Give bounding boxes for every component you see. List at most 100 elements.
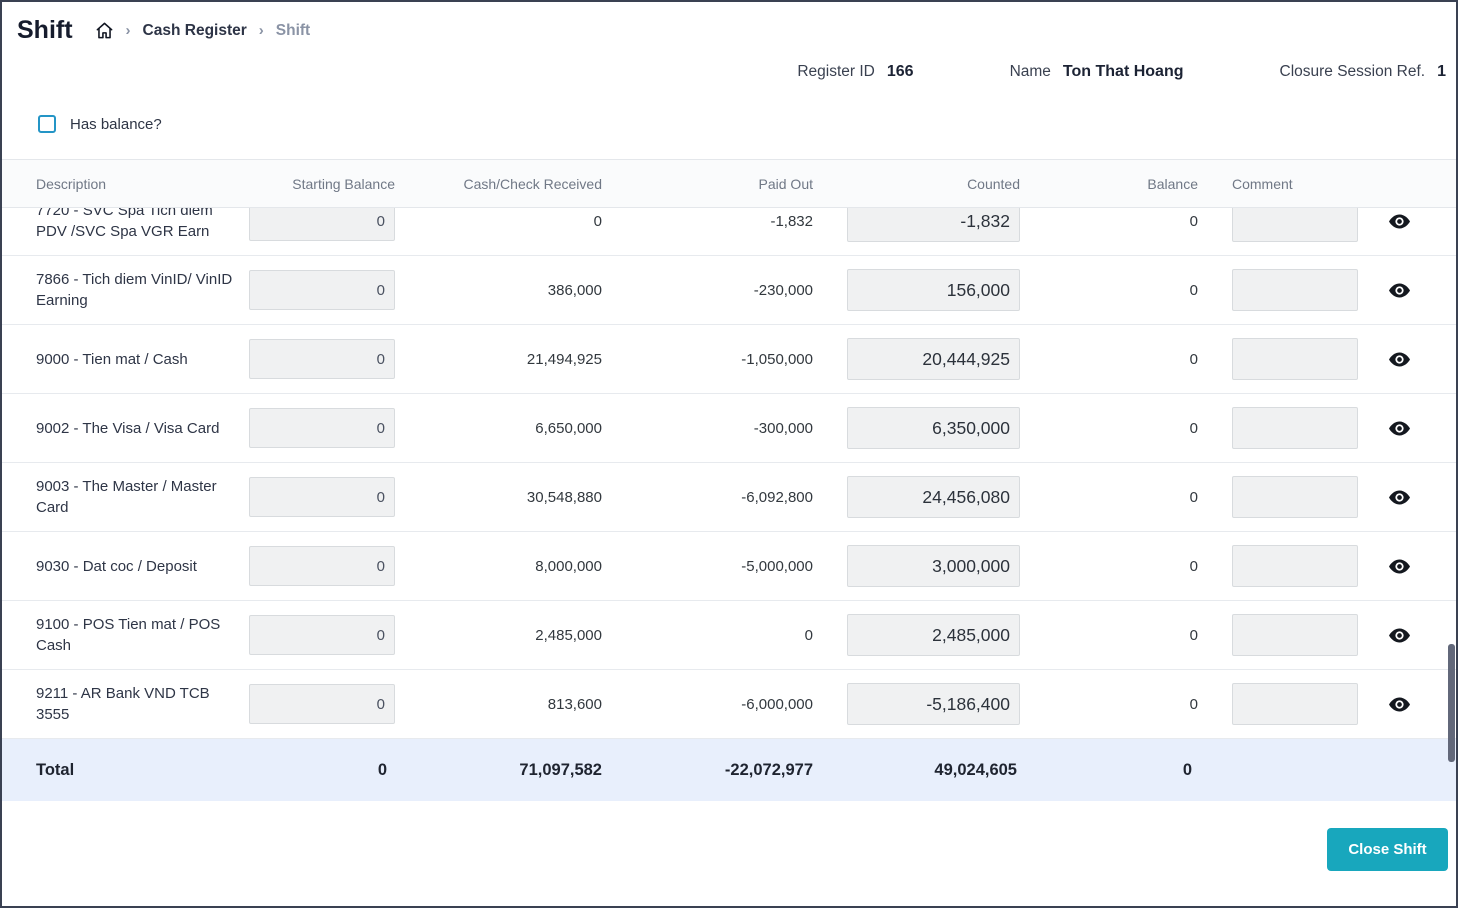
table-row: 7720 - SVC Spa Tich diem PDV /SVC Spa VG… bbox=[2, 208, 1456, 256]
view-details-button[interactable] bbox=[1387, 626, 1412, 645]
counted-input[interactable] bbox=[847, 545, 1020, 587]
total-counted: 49,024,605 bbox=[934, 760, 1017, 779]
row-description: 9100 - POS Tien mat / POS Cash bbox=[36, 616, 221, 654]
total-cash-check-received: 71,097,582 bbox=[519, 760, 602, 779]
row-paid-out: -230,000 bbox=[753, 281, 813, 299]
comment-input[interactable] bbox=[1232, 545, 1358, 587]
row-description: 9002 - The Visa / Visa Card bbox=[36, 419, 220, 437]
eye-icon bbox=[1389, 283, 1410, 298]
eye-icon bbox=[1389, 559, 1410, 574]
session-info-row: Register ID 166 Name Ton That Hoang Clos… bbox=[2, 49, 1456, 91]
starting-balance-input[interactable] bbox=[249, 270, 395, 310]
name-value: Ton That Hoang bbox=[1062, 63, 1184, 80]
eye-icon bbox=[1389, 490, 1410, 505]
closure-session-label: Closure Session Ref. bbox=[1279, 63, 1426, 80]
row-paid-out: -1,050,000 bbox=[741, 350, 813, 368]
vertical-scrollbar-thumb[interactable] bbox=[1448, 644, 1455, 762]
row-description: 9030 - Dat coc / Deposit bbox=[36, 557, 197, 575]
name-pair: Name Ton That Hoang bbox=[1010, 63, 1184, 81]
comment-input[interactable] bbox=[1232, 338, 1358, 380]
total-starting-balance: 0 bbox=[377, 760, 387, 779]
shift-page: Shift › Cash Register › Shift Register I… bbox=[0, 0, 1458, 908]
table-row: 9002 - The Visa / Visa Card 6,650,000 -3… bbox=[2, 394, 1456, 463]
row-paid-out: -1,832 bbox=[770, 212, 813, 230]
name-label: Name bbox=[1009, 63, 1051, 80]
row-cash-check-received: 0 bbox=[593, 212, 602, 230]
table-header: Description Starting Balance Cash/Check … bbox=[2, 159, 1456, 208]
view-details-button[interactable] bbox=[1387, 557, 1412, 576]
starting-balance-input[interactable] bbox=[249, 408, 395, 448]
counted-input[interactable] bbox=[847, 269, 1020, 311]
breadcrumb-cash-register[interactable]: Cash Register bbox=[143, 22, 247, 40]
starting-balance-input[interactable] bbox=[249, 615, 395, 655]
view-details-button[interactable] bbox=[1387, 212, 1412, 231]
comment-input[interactable] bbox=[1232, 683, 1358, 725]
table-row: 7866 - Tich diem VinID/ VinID Earning 38… bbox=[2, 256, 1456, 325]
col-paid-out: Paid Out bbox=[758, 175, 813, 192]
page-title: Shift bbox=[17, 16, 73, 44]
row-balance: 0 bbox=[1189, 557, 1198, 575]
starting-balance-input[interactable] bbox=[249, 208, 395, 241]
eye-icon bbox=[1389, 352, 1410, 367]
view-details-button[interactable] bbox=[1387, 695, 1412, 714]
eye-icon bbox=[1389, 214, 1410, 229]
starting-balance-input[interactable] bbox=[249, 339, 395, 379]
breadcrumb-separator-icon: › bbox=[258, 22, 264, 39]
view-details-button[interactable] bbox=[1387, 281, 1412, 300]
comment-input[interactable] bbox=[1232, 269, 1358, 311]
row-balance: 0 bbox=[1189, 212, 1198, 230]
register-id-label: Register ID bbox=[797, 63, 875, 80]
total-row: Total 0 71,097,582 -22,072,977 49,024,60… bbox=[2, 739, 1456, 801]
closure-session-pair: Closure Session Ref. 1 bbox=[1280, 63, 1447, 81]
comment-input[interactable] bbox=[1232, 614, 1358, 656]
table-row: 9030 - Dat coc / Deposit 8,000,000 -5,00… bbox=[2, 532, 1456, 601]
row-paid-out: -6,092,800 bbox=[741, 488, 813, 506]
counted-input[interactable] bbox=[847, 407, 1020, 449]
row-balance: 0 bbox=[1189, 281, 1198, 299]
row-cash-check-received: 6,650,000 bbox=[535, 419, 602, 437]
counted-input[interactable] bbox=[847, 476, 1020, 518]
row-cash-check-received: 813,600 bbox=[547, 695, 602, 713]
total-label: Total bbox=[36, 760, 75, 779]
total-balance: 0 bbox=[1182, 760, 1192, 779]
view-details-button[interactable] bbox=[1387, 419, 1412, 438]
col-cash-check-received: Cash/Check Received bbox=[463, 175, 602, 192]
table-body: 7720 - SVC Spa Tich diem PDV /SVC Spa VG… bbox=[2, 208, 1456, 739]
col-balance: Balance bbox=[1147, 175, 1198, 192]
table-row: 9000 - Tien mat / Cash 21,494,925 -1,050… bbox=[2, 325, 1456, 394]
closure-session-value: 1 bbox=[1437, 63, 1446, 80]
starting-balance-input[interactable] bbox=[249, 684, 395, 724]
has-balance-checkbox[interactable] bbox=[38, 115, 56, 133]
col-description: Description bbox=[36, 175, 107, 192]
starting-balance-input[interactable] bbox=[249, 477, 395, 517]
counted-input[interactable] bbox=[847, 614, 1020, 656]
comment-input[interactable] bbox=[1232, 407, 1358, 449]
col-starting-balance: Starting Balance bbox=[292, 175, 395, 192]
row-balance: 0 bbox=[1189, 626, 1198, 644]
home-icon[interactable] bbox=[95, 21, 114, 40]
total-paid-out: -22,072,977 bbox=[724, 760, 813, 779]
view-details-button[interactable] bbox=[1387, 350, 1412, 369]
eye-icon bbox=[1389, 697, 1410, 712]
close-shift-button[interactable]: Close Shift bbox=[1327, 828, 1448, 871]
row-description: 7720 - SVC Spa Tich diem PDV /SVC Spa VG… bbox=[36, 208, 213, 240]
comment-input[interactable] bbox=[1232, 476, 1358, 518]
row-cash-check-received: 21,494,925 bbox=[526, 350, 602, 368]
counted-input[interactable] bbox=[847, 208, 1020, 242]
comment-input[interactable] bbox=[1232, 208, 1358, 242]
counted-input[interactable] bbox=[847, 683, 1020, 725]
register-id-pair: Register ID 166 bbox=[797, 63, 913, 81]
col-comment: Comment bbox=[1232, 175, 1293, 192]
row-cash-check-received: 8,000,000 bbox=[535, 557, 602, 575]
row-balance: 0 bbox=[1189, 419, 1198, 437]
col-counted: Counted bbox=[967, 175, 1020, 192]
starting-balance-input[interactable] bbox=[249, 546, 395, 586]
breadcrumb-shift: Shift bbox=[275, 21, 311, 39]
filter-row: Has balance? bbox=[2, 91, 1456, 159]
row-balance: 0 bbox=[1189, 488, 1198, 506]
row-description: 7866 - Tich diem VinID/ VinID Earning bbox=[36, 271, 233, 309]
row-cash-check-received: 2,485,000 bbox=[535, 626, 602, 644]
counted-input[interactable] bbox=[847, 338, 1020, 380]
view-details-button[interactable] bbox=[1387, 488, 1412, 507]
row-cash-check-received: 386,000 bbox=[547, 281, 602, 299]
